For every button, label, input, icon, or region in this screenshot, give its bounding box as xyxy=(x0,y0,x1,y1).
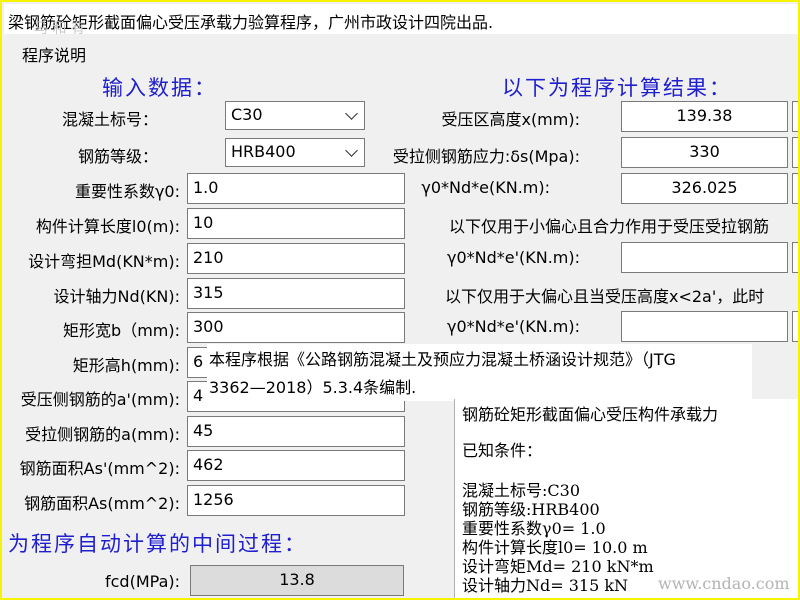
watermark-top: 马 和 有 xyxy=(34,21,85,37)
input-section-header: 输入数据： xyxy=(102,76,217,100)
as-tens-label: 钢筋面积As(mm^2): xyxy=(24,494,180,513)
fcd-label: fcd(MPa): xyxy=(105,572,180,591)
moment-e2-label: γ0*Nd*e'(KN.m): xyxy=(446,317,580,336)
moment-e2-output xyxy=(621,311,788,342)
tooltip-line-1: 本程序根据《公路钢筋混凝土及预应力混凝土桥涵设计规范》（JTG xyxy=(209,350,676,369)
fcd-output: 13.8 xyxy=(190,565,404,596)
a-comp-label: 受压侧钢筋的a'(mm): xyxy=(20,390,180,409)
as-comp-input[interactable]: 462 xyxy=(187,450,405,481)
moment-e1-output-extra xyxy=(792,242,798,273)
moment-label: 设计弯担Md(KN*m): xyxy=(28,252,180,271)
sigma-s-label: 受拉侧钢筋应力:δs(Mpa): xyxy=(392,147,580,166)
watermark-bottom: www.cndao.com xyxy=(658,574,790,593)
report-line: 已知条件： xyxy=(462,441,543,460)
calculation-report[interactable]: 钢筋砼矩形截面偏心受压构件承载力 已知条件： 混凝土标号:C30 钢筋等级:HR… xyxy=(454,399,798,598)
menu-program-description[interactable]: 程序说明 xyxy=(22,42,86,66)
small-eccentric-note: 以下仅用于小偏心且合力作用于受压受拉钢筋 xyxy=(449,217,770,236)
a-tens-input[interactable]: 45 xyxy=(187,416,405,447)
tooltip-line-2: 3362—2018）5.3.4条编制. xyxy=(209,378,417,397)
sigma-s-output: 330 xyxy=(621,137,788,168)
middle-section-header: 为程序自动计算的中间过程： xyxy=(8,532,307,556)
title-bar: 梁钢筋砼矩形截面偏心受压承载力验算程序，广州市政设计四院出品. 马 和 有 xyxy=(4,4,798,37)
report-line: 钢筋砼矩形截面偏心受压构件承载力 xyxy=(462,405,719,424)
axial-label: 设计轴力Nd(KN): xyxy=(53,287,180,306)
moment-e2-output-extra xyxy=(792,311,798,342)
rebar-grade-select[interactable]: HRB400 xyxy=(225,138,365,167)
width-input[interactable]: 300 xyxy=(187,312,405,343)
moment-e1-label: γ0*Nd*e'(KN.m): xyxy=(446,248,580,267)
as-tens-input[interactable]: 1256 xyxy=(187,485,405,516)
x-output-extra xyxy=(792,101,798,132)
concrete-grade-label: 混凝土标号： xyxy=(61,110,158,129)
moment-input[interactable]: 210 xyxy=(187,243,405,274)
moment-e-output: 326.025 xyxy=(621,173,788,204)
height-label: 矩形高h(mm): xyxy=(72,356,180,375)
chevron-down-icon xyxy=(345,144,358,157)
calc-length-label: 构件计算长度l0(m): xyxy=(35,217,180,236)
a-tens-label: 受拉侧钢筋的a(mm): xyxy=(25,425,180,444)
concrete-grade-value: C30 xyxy=(231,105,263,124)
x-label: 受压区高度x(mm): xyxy=(441,110,580,129)
importance-input[interactable]: 1.0 xyxy=(187,173,405,204)
rebar-grade-value: HRB400 xyxy=(231,142,296,161)
axial-input[interactable]: 315 xyxy=(187,278,405,309)
calc-length-input[interactable]: 10 xyxy=(187,208,405,239)
width-label: 矩形宽b（mm): xyxy=(63,321,180,340)
large-eccentric-note: 以下仅用于大偏心且当受压高度x<2a'，此时 xyxy=(445,287,765,306)
moment-e-output-extra xyxy=(792,173,798,204)
app-window: 梁钢筋砼矩形截面偏心受压承载力验算程序，广州市政设计四院出品. 马 和 有 程序… xyxy=(0,0,800,600)
sigma-s-output-extra xyxy=(792,137,798,168)
x-output: 139.38 xyxy=(621,101,788,132)
importance-label: 重要性系数γ0: xyxy=(74,182,180,201)
report-line: 设计轴力Nd= 315 kN xyxy=(462,576,629,595)
chevron-down-icon xyxy=(345,107,358,120)
as-comp-label: 钢筋面积As'(mm^2): xyxy=(19,459,180,478)
result-section-header: 以下为程序计算结果： xyxy=(502,76,732,100)
moment-e1-output xyxy=(621,242,788,273)
concrete-grade-select[interactable]: C30 xyxy=(225,101,365,130)
moment-e-label: γ0*Nd*e(KN.m): xyxy=(421,178,550,197)
program-description-tooltip: 本程序根据《公路钢筋混凝土及预应力混凝土桥涵设计规范》（JTG 3362—201… xyxy=(207,344,752,401)
rebar-grade-label: 钢筋等级： xyxy=(77,147,158,166)
